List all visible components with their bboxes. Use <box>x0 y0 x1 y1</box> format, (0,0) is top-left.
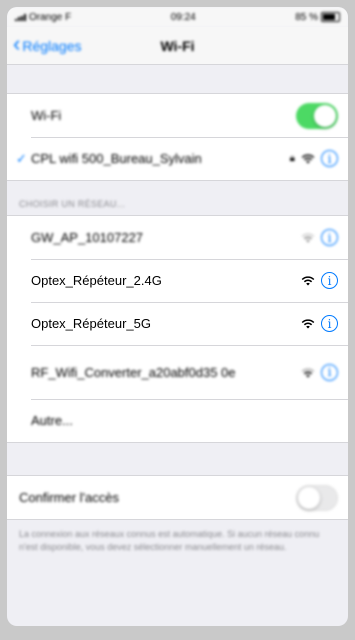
ask-join-label: Confirmer l'accès <box>19 490 120 505</box>
page-title: Wi-Fi <box>160 37 195 54</box>
wifi-toggle[interactable] <box>296 102 338 129</box>
clock: 09:24 <box>170 11 196 23</box>
other-network-row[interactable]: Autre... <box>7 399 348 442</box>
battery-percent: 85 % <box>295 11 318 23</box>
network-name: RF_Wifi_Converter_a20abf0d35 0e <box>31 364 236 380</box>
other-network-label: Autre... <box>31 413 73 428</box>
network-row[interactable]: GW_AP_10107227 i <box>7 216 348 259</box>
networks-list: GW_AP_10107227 i Optex_Répéteur_2.4G i O… <box>7 215 348 443</box>
settings-screen: Orange F 09:24 85 % ‹ Réglages Wi-Fi Wi-… <box>7 7 348 626</box>
signal-icon <box>15 13 26 21</box>
status-bar: Orange F 09:24 85 % <box>7 7 348 27</box>
network-name: Optex_Répéteur_5G <box>31 316 151 331</box>
chevron-left-icon: ‹ <box>13 31 21 56</box>
back-button[interactable]: ‹ Réglages <box>13 27 81 64</box>
wifi-icon <box>301 233 315 243</box>
ask-join-row: Confirmer l'accès <box>7 476 348 519</box>
wifi-label: Wi-Fi <box>31 108 62 123</box>
network-row[interactable]: Optex_Répéteur_5G i <box>7 302 348 345</box>
info-icon[interactable]: i <box>321 272 338 289</box>
network-name: Optex_Répéteur_2.4G <box>31 273 162 288</box>
lock-icon: 🔒︎ <box>289 153 295 164</box>
network-row[interactable]: Optex_Répéteur_2.4G i <box>7 259 348 302</box>
network-name: GW_AP_10107227 <box>31 230 144 245</box>
checkmark-icon: ✓ <box>16 150 27 166</box>
carrier-name: Orange F <box>29 11 72 23</box>
wifi-icon <box>301 367 315 377</box>
connected-network-name: CPL wifi 500_Bureau_Sylvain <box>31 151 202 166</box>
info-icon[interactable]: i <box>321 363 338 381</box>
wifi-icon <box>301 319 315 329</box>
ask-join-toggle[interactable] <box>296 484 338 511</box>
wifi-icon <box>301 154 315 164</box>
info-icon[interactable]: i <box>321 150 338 167</box>
connected-network-row[interactable]: ✓ CPL wifi 500_Bureau_Sylvain 🔒︎ i <box>7 137 348 180</box>
info-icon[interactable]: i <box>321 229 338 246</box>
navigation-bar: ‹ Réglages Wi-Fi <box>7 27 348 65</box>
wifi-section: Wi-Fi ✓ CPL wifi 500_Bureau_Sylvain 🔒︎ i <box>7 93 348 181</box>
ask-join-section: Confirmer l'accès <box>7 475 348 520</box>
info-icon[interactable]: i <box>321 315 338 332</box>
back-label: Réglages <box>22 37 82 54</box>
network-row[interactable]: RF_Wifi_Converter_a20abf0d35 0e i <box>7 345 348 399</box>
wifi-icon <box>301 276 315 286</box>
wifi-toggle-row: Wi-Fi <box>7 94 348 137</box>
ask-join-footnote: La connexion aux réseaux connus est auto… <box>19 529 320 552</box>
battery-icon <box>320 12 340 22</box>
networks-header: CHOISIR UN RÉSEAU... <box>19 199 126 209</box>
